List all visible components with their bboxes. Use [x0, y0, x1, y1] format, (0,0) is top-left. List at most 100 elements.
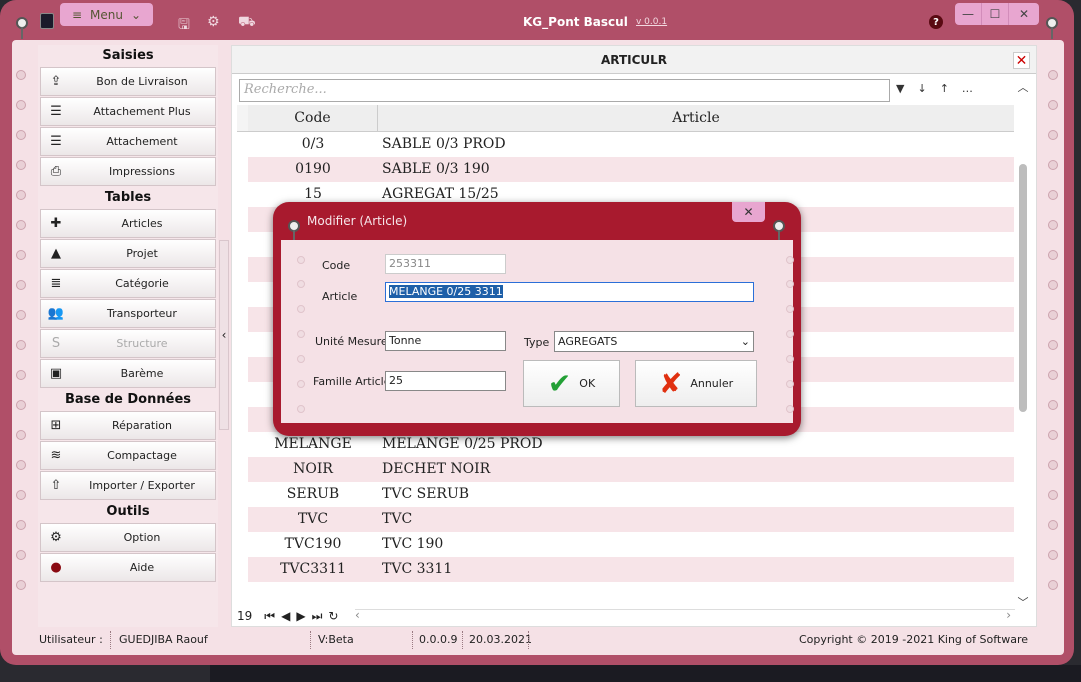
type-select[interactable]: AGREGATS ⌄ [554, 331, 754, 352]
chevron-down-icon: ⌄ [740, 335, 750, 348]
app-version[interactable]: v 0.0.1 [636, 17, 667, 27]
sidebar-item-compactage[interactable]: ≋ Compactage [40, 441, 216, 470]
sidebar-item-importer-exporter[interactable]: ⇧ Importer / Exporter [40, 471, 216, 500]
type-label: Type [524, 336, 550, 349]
sidebar-item-reparation[interactable]: ⊞ Réparation [40, 411, 216, 440]
horizontal-scrollbar[interactable]: ‹ › [355, 608, 1015, 622]
row-gutter [237, 432, 248, 457]
sidebar-item-transporteur[interactable]: 👥 Transporteur [40, 299, 216, 328]
cell-article: DECHET NOIR [382, 461, 491, 477]
truck-icon[interactable]: ⛟ [238, 14, 256, 32]
column-header-article[interactable]: Article [378, 105, 1014, 131]
sidebar-item-projet[interactable]: ▲ Projet [40, 239, 216, 268]
sort-ascending-icon[interactable]: ↑ [940, 82, 949, 95]
sidebar-collapse-button[interactable]: ‹ [219, 240, 229, 430]
sidebar-section-title: Base de Données [64, 392, 191, 407]
printer-icon: ⎙ [50, 164, 62, 179]
cell-article: SABLE 0/3 190 [382, 161, 490, 177]
sidebar-item-attachement-plus[interactable]: ☰ Attachement Plus [40, 97, 216, 126]
row-gutter [237, 382, 248, 407]
record-count: 19 [237, 609, 253, 623]
structure-icon: S [51, 336, 61, 351]
cell-code: TVC3311 [280, 561, 346, 577]
row-gutter [237, 557, 248, 582]
cell-code: 0/3 [301, 136, 325, 152]
code-field: 253311 [385, 254, 506, 274]
sidebar-item-bareme[interactable]: ▣ Barème [40, 359, 216, 388]
unite-mesure-label: Unité Mesure [315, 335, 388, 348]
numbered-list-icon: ≣ [50, 276, 62, 291]
app-title: KG_Pont Bascul [523, 15, 628, 29]
upload-icon: ⇧ [50, 478, 62, 493]
sidebar-item-categorie[interactable]: ≣ Catégorie [40, 269, 216, 298]
table-row[interactable]: TVC190 TVC 190 [237, 532, 1014, 557]
table-row[interactable]: TVC TVC [237, 507, 1014, 532]
sidebar-section-title: Outils [106, 504, 150, 519]
ok-label: OK [579, 377, 596, 390]
table-row[interactable]: NOIR DECHET NOIR [237, 457, 1014, 482]
dialog-close-button[interactable]: ✕ [732, 202, 765, 222]
refresh-icon[interactable]: ↻ [328, 609, 338, 623]
unite-mesure-field[interactable]: Tonne [385, 331, 506, 351]
minimize-button[interactable]: — [955, 3, 982, 25]
cell-article: TVC [382, 511, 413, 527]
panel-close-button[interactable]: ✕ [1013, 52, 1030, 69]
row-gutter [237, 257, 248, 282]
sidebar-item-bon-de-livraison[interactable]: ⇪ Bon de Livraison [40, 67, 216, 96]
row-gutter [237, 457, 248, 482]
row-gutter [237, 132, 248, 157]
table-row[interactable]: SERUB TVC SERUB [237, 482, 1014, 507]
taskbar-strip [210, 665, 1081, 682]
first-page-icon[interactable]: ⏮ [264, 609, 275, 624]
famille-article-label: Famille Article [313, 375, 391, 388]
cancel-button[interactable]: ✘ Annuler [635, 360, 757, 407]
sidebar-item-option[interactable]: ⚙ Option [40, 523, 216, 552]
article-field[interactable]: MELANGE 0/25 3311 [385, 282, 754, 302]
article-field-value: MELANGE 0/25 3311 [389, 285, 503, 298]
scroll-up-icon[interactable]: ︿ [1016, 79, 1030, 95]
save-icon[interactable]: 🖫 [178, 14, 190, 38]
prev-page-icon[interactable]: ◀ [281, 609, 290, 623]
search-input[interactable]: Recherche... [239, 79, 890, 102]
cell-code: SERUB [286, 486, 340, 502]
sidebar-item-aide[interactable]: ● Aide [40, 553, 216, 582]
row-gutter [237, 532, 248, 557]
sidebar-item-attachement[interactable]: ☰ Attachement [40, 127, 216, 156]
scroll-thumb[interactable] [1019, 164, 1027, 412]
menu-button[interactable]: ≡ Menu ⌄ [60, 3, 153, 26]
sidebar-section-title: Saisies [102, 48, 154, 63]
gears-icon[interactable]: ⚙ [207, 14, 220, 30]
vertical-scrollbar[interactable]: ︿ ﹀ [1016, 79, 1030, 609]
close-button[interactable]: ✕ [1009, 3, 1039, 25]
puzzle-icon: ✚ [50, 216, 62, 231]
scroll-right-icon[interactable]: › [1006, 608, 1011, 622]
row-gutter [237, 407, 248, 432]
sidebar-item-articles[interactable]: ✚ Articles [40, 209, 216, 238]
famille-article-field[interactable]: 25 [385, 371, 506, 391]
row-gutter [237, 182, 248, 207]
sort-descending-icon[interactable]: ↓ [917, 82, 926, 95]
maximize-button[interactable]: ☐ [982, 3, 1009, 25]
menu-label: Menu [90, 7, 123, 22]
grid-pager: 19 ⏮ ◀ ▶ ⏭ ↻ ‹ › [237, 606, 1017, 626]
scroll-left-icon[interactable]: ‹ [355, 608, 360, 622]
filter-icon[interactable]: ▼ [896, 82, 904, 95]
row-gutter [237, 157, 248, 182]
table-row[interactable]: TVC3311 TVC 3311 [237, 557, 1014, 582]
ok-button[interactable]: ✔ OK [523, 360, 620, 407]
table-row[interactable]: 0190 SABLE 0/3 190 [237, 157, 1014, 182]
scroll-down-icon[interactable]: ﹀ [1016, 594, 1030, 610]
title-bar: ≡ Menu ⌄ 🖫 ⚙ ⛟ KG_Pont Bascul v 0.0.1 ? … [0, 0, 1074, 40]
table-row[interactable]: 0/3 SABLE 0/3 PROD [237, 132, 1014, 157]
more-icon[interactable]: … [962, 82, 973, 95]
sidebar-item-impressions[interactable]: ⎙ Impressions [40, 157, 216, 186]
next-page-icon[interactable]: ▶ [296, 609, 305, 623]
user-name: GUEDJIBA Raouf [119, 633, 208, 646]
panel-title: ARTICULR [232, 46, 1036, 74]
help-icon[interactable]: ? [929, 15, 943, 29]
money-icon: ▣ [49, 366, 63, 381]
column-header-code[interactable]: Code [248, 105, 378, 131]
last-page-icon[interactable]: ⏭ [312, 609, 323, 624]
user-label: Utilisateur : [39, 633, 103, 646]
compress-icon: ≋ [50, 448, 62, 463]
